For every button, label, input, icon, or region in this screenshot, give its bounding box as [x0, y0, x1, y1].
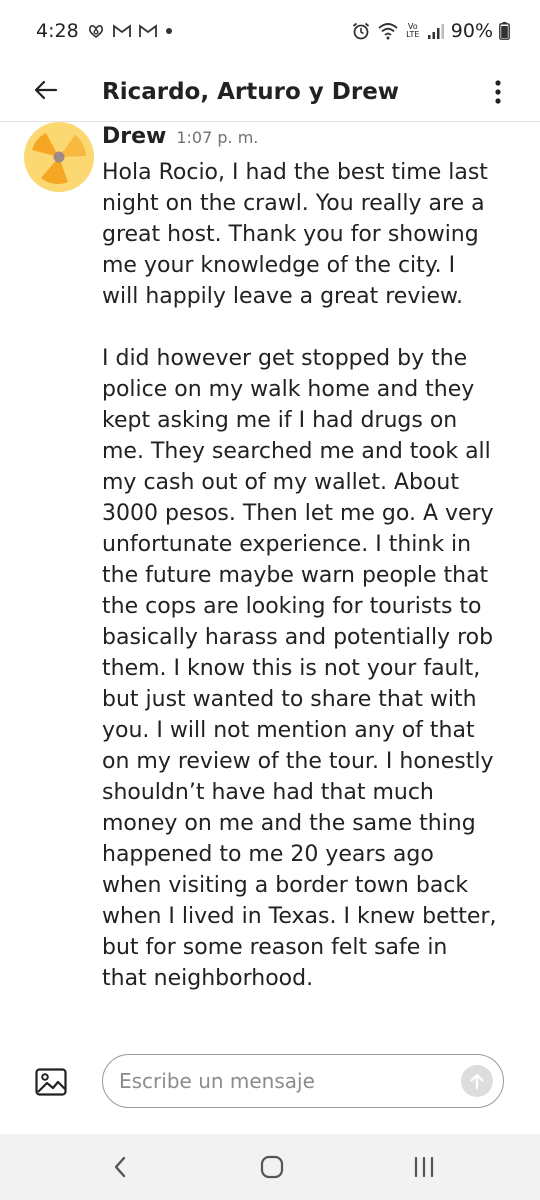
message-line: 3000 pesos. Then let me go. A very	[102, 501, 494, 526]
system-nav-bar	[0, 1134, 540, 1200]
arrow-up-icon	[470, 1073, 484, 1089]
volte-label: Vo LTE	[406, 22, 420, 39]
message-input-wrapper	[102, 1054, 504, 1108]
chevron-left-icon	[114, 1156, 126, 1178]
gmail-icon	[112, 24, 131, 38]
message-line: you. I will not mention any of that	[102, 718, 475, 743]
message-line: when visiting a border town back	[102, 873, 469, 898]
status-bar: 4:28 Vo LTE 90%	[0, 0, 540, 62]
message-line: unfortunate experience. I think in	[102, 532, 472, 557]
message-header: Drew 1:07 p. m.	[102, 124, 258, 149]
wifi-icon	[377, 22, 399, 40]
message-line: basically harass and potentially rob	[102, 625, 494, 650]
message-line: on my review of the tour. I honestly	[102, 749, 494, 774]
message-line: will happily leave a great review.	[102, 284, 463, 309]
airbnb-icon	[87, 22, 105, 40]
message-line: but for some reason felt safe in	[102, 935, 448, 960]
message-line: that neighborhood.	[102, 966, 314, 991]
message-line: the cops are looking for tourists to	[102, 594, 482, 619]
message-line: me. They searched me and took all	[102, 439, 491, 464]
alarm-icon	[351, 21, 371, 41]
status-right: Vo LTE 90%	[351, 20, 510, 42]
message-line: night on the crawl. You really are a	[102, 191, 485, 216]
battery-percent: 90%	[450, 20, 493, 42]
app-bar: Ricardo, Arturo y Drew	[0, 62, 540, 122]
message-line: police on my walk home and they	[102, 377, 475, 402]
message-line: but just wanted to share that with	[102, 687, 477, 712]
message-line: them. I know this is not your fault,	[102, 656, 481, 681]
conversation-title: Ricardo, Arturo y Drew	[102, 79, 400, 105]
back-button[interactable]	[28, 70, 64, 110]
recents-icon	[414, 1156, 434, 1178]
message-line: me your knowledge of the city. I	[102, 253, 456, 278]
message-line: when I lived in Texas. I knew better,	[102, 904, 497, 929]
arrow-left-icon	[34, 80, 58, 100]
message-body: Hola Rocio, I had the best time last nig…	[102, 157, 510, 994]
more-options-button[interactable]	[488, 72, 508, 112]
message-line: my cash out of my wallet. About	[102, 470, 459, 495]
sender-name[interactable]: Drew	[102, 124, 166, 149]
battery-icon	[499, 22, 510, 40]
message-line: happened to me 20 years ago	[102, 842, 434, 867]
status-time: 4:28	[36, 20, 79, 42]
message-line: Hola Rocio, I had the best time last	[102, 160, 488, 185]
message-input[interactable]	[119, 1069, 439, 1093]
message-line: the future maybe warn people that	[102, 563, 489, 588]
message-line: I did however get stopped by the	[102, 346, 468, 371]
attach-photo-button[interactable]	[34, 1066, 68, 1098]
nav-recents-button[interactable]	[406, 1151, 442, 1183]
gmail-icon-2	[138, 24, 157, 38]
send-button[interactable]	[461, 1065, 493, 1097]
message-line: shouldn’t have had that much	[102, 780, 434, 805]
volte-icon: Vo LTE	[405, 23, 421, 39]
image-icon	[35, 1068, 67, 1096]
nav-back-button[interactable]	[102, 1151, 138, 1183]
status-left: 4:28	[36, 20, 173, 42]
avatar[interactable]	[24, 122, 94, 192]
message-composer	[0, 1050, 540, 1114]
avatar-image	[24, 122, 94, 192]
message-line: great host. Thank you for showing	[102, 222, 479, 247]
message-line: kept asking me if I had drugs on	[102, 408, 458, 433]
home-icon	[260, 1155, 284, 1179]
message-time: 1:07 p. m.	[176, 128, 259, 147]
message-line: money on me and the same thing	[102, 811, 476, 836]
notification-dot-icon	[165, 27, 173, 35]
nav-home-button[interactable]	[254, 1151, 290, 1183]
signal-icon	[427, 23, 445, 39]
more-vertical-icon	[495, 80, 501, 104]
